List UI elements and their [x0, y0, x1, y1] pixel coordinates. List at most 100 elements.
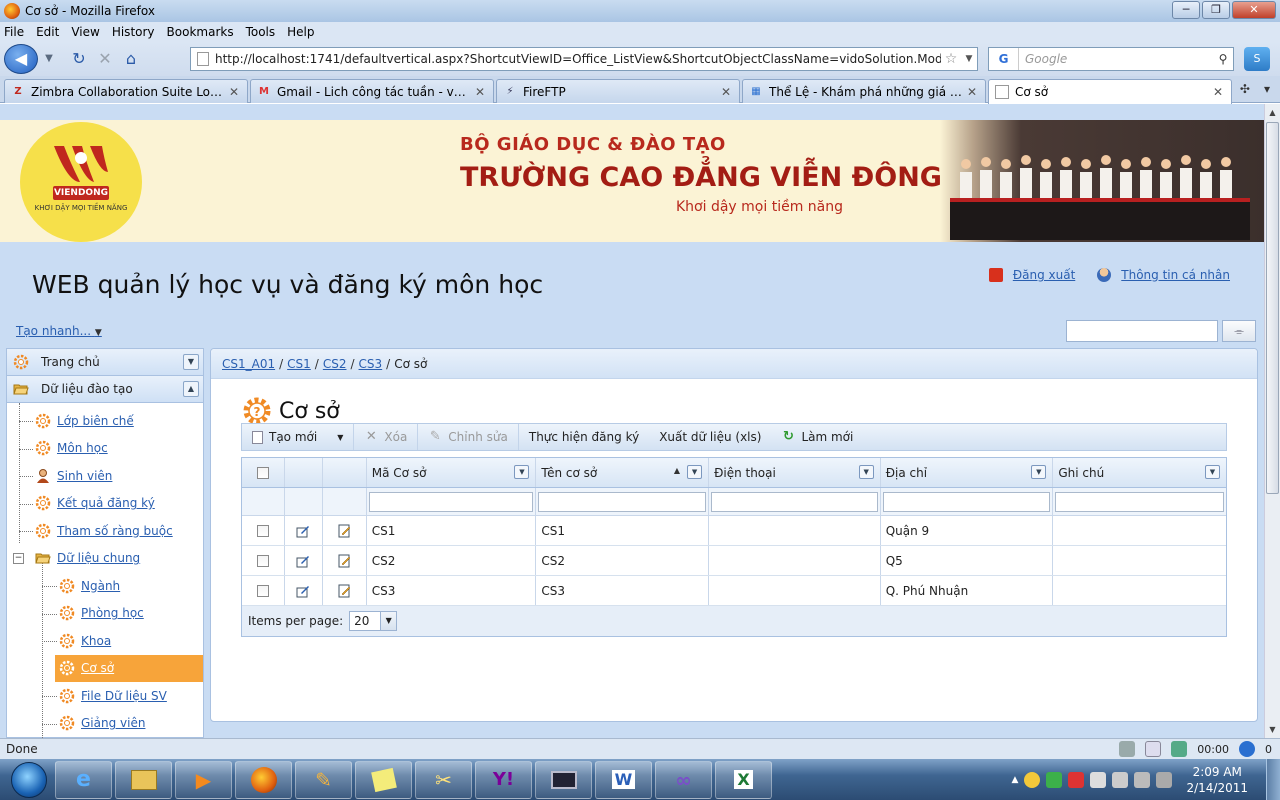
home-icon[interactable]: ⌂	[118, 46, 144, 72]
tab-the-le[interactable]: ▦ Thể Lệ - Khám phá những giá trị ti... …	[742, 79, 986, 103]
page-scrollbar[interactable]: ▲ ▼	[1264, 104, 1280, 738]
tab-co-so[interactable]: Cơ sở ✕	[988, 79, 1232, 104]
sidebar-group-home[interactable]: Trang chủ ▼	[7, 349, 203, 376]
stop-icon[interactable]: ✕	[92, 46, 118, 72]
breadcrumb-link[interactable]: CS3	[359, 357, 383, 371]
sidebar-item-label[interactable]: Giảng viên	[81, 716, 145, 730]
maximize-button[interactable]: ❐	[1202, 1, 1230, 19]
url-text[interactable]: http://localhost:1741/defaultvertical.as…	[215, 52, 941, 66]
taskbar-snipping[interactable]: ✂	[415, 760, 472, 799]
table-row[interactable]: CS3 CS3 Q. Phú Nhuận	[242, 576, 1226, 606]
filter-input-dien-thoai[interactable]	[711, 491, 878, 512]
taskbar-editor[interactable]: ✎	[295, 760, 352, 799]
sidebar-item-lop-bien-che[interactable]: Lớp biên chế	[7, 407, 203, 435]
breadcrumb-link[interactable]: CS1_A01	[222, 357, 275, 371]
scroll-up-icon[interactable]: ▲	[1266, 105, 1279, 120]
taskbar-media-player[interactable]: ▶	[175, 760, 232, 799]
quick-search-input[interactable]	[1066, 320, 1218, 342]
menu-edit[interactable]: Edit	[36, 25, 59, 39]
breadcrumb-link[interactable]: CS1	[287, 357, 311, 371]
collapse-tree-icon[interactable]: −	[13, 552, 24, 564]
taskbar-clock[interactable]: 2:09 AM 2/14/2011	[1186, 764, 1248, 796]
quick-search-button[interactable]: ⌯	[1222, 320, 1256, 342]
show-hidden-icons[interactable]: ▲	[1012, 775, 1019, 785]
sidebar-item-phong-hoc[interactable]: Phòng học	[7, 600, 203, 628]
new-button[interactable]: Tạo mới ▼	[242, 424, 355, 450]
column-filter-dropdown-icon[interactable]: ▼	[858, 465, 874, 479]
notification-icon[interactable]	[1239, 741, 1255, 757]
open-detail-icon[interactable]	[337, 524, 351, 538]
row-checkbox[interactable]	[256, 554, 269, 567]
sidebar-item-khoa[interactable]: Khoa	[7, 627, 203, 655]
menu-file[interactable]: File	[4, 25, 24, 39]
inline-edit-icon[interactable]	[296, 554, 310, 568]
taskbar-word[interactable]: W	[595, 760, 652, 799]
collapse-chevron-icon[interactable]: ▲	[183, 381, 199, 397]
taskbar-visual-studio[interactable]: ∞	[655, 760, 712, 799]
menu-view[interactable]: View	[71, 25, 99, 39]
tab-close-icon[interactable]: ✕	[473, 85, 487, 99]
bookmark-star-icon[interactable]: ☆	[941, 51, 961, 67]
tab-zimbra[interactable]: Z Zimbra Collaboration Suite Log In ✕	[4, 79, 248, 103]
sidebar-item-tham-so-rang-buoc[interactable]: Tham số ràng buộc	[7, 517, 203, 545]
sidebar-item-sinh-vien[interactable]: Sinh viên	[7, 462, 203, 490]
sidebar-item-label[interactable]: File Dữ liệu SV	[81, 689, 167, 703]
url-dropdown-icon[interactable]: ▼	[961, 54, 977, 64]
sidebar-item-label[interactable]: Khoa	[81, 634, 111, 648]
volume-tray-icon[interactable]	[1156, 771, 1173, 788]
close-button[interactable]: ✕	[1232, 1, 1276, 19]
column-header-dien-thoai[interactable]: Điện thoại ▼	[709, 458, 881, 487]
column-header-ten-co-so[interactable]: Tên cơ sở ▲ ▼	[536, 458, 710, 487]
expand-chevron-icon[interactable]: ▼	[183, 354, 199, 370]
column-filter-dropdown-icon[interactable]: ▼	[1204, 465, 1220, 479]
tab-close-icon[interactable]: ✕	[1211, 85, 1225, 99]
column-header-ghi-chu[interactable]: Ghi chú ▼	[1053, 458, 1226, 487]
filter-input-ten-co-so[interactable]	[538, 491, 707, 512]
column-filter-dropdown-icon[interactable]: ▼	[514, 465, 530, 479]
menu-help[interactable]: Help	[287, 25, 314, 39]
chevron-down-icon[interactable]: ▼	[337, 433, 343, 442]
addon-icon[interactable]: S	[1244, 47, 1270, 71]
open-detail-icon[interactable]	[337, 584, 351, 598]
sidebar-item-file-du-lieu-sv[interactable]: File Dữ liệu SV	[7, 682, 203, 710]
select-all-checkbox[interactable]	[256, 466, 269, 479]
url-bar[interactable]: http://localhost:1741/defaultvertical.as…	[190, 47, 978, 71]
list-tabs-icon[interactable]: ▾	[1264, 82, 1270, 96]
reload-icon[interactable]: ↻	[66, 46, 92, 72]
device-tray-icon[interactable]	[1112, 771, 1129, 788]
column-filter-dropdown-icon[interactable]: ▼	[687, 465, 703, 479]
register-button[interactable]: Thực hiện đăng ký	[519, 424, 649, 450]
taskbar-excel[interactable]: X	[715, 760, 772, 799]
tab-close-icon[interactable]: ✕	[227, 85, 241, 99]
sidebar-item-label[interactable]: Kết quả đăng ký	[57, 496, 155, 510]
back-button[interactable]: ◀	[4, 44, 38, 74]
firebug-icon[interactable]	[1171, 741, 1188, 757]
row-checkbox[interactable]	[256, 524, 269, 537]
sidebar-item-ket-qua-dang-ky[interactable]: Kết quả đăng ký	[7, 490, 203, 518]
addon-status-icon[interactable]	[1119, 741, 1136, 757]
sidebar-item-label[interactable]: Dữ liệu chung	[57, 551, 140, 565]
info-icon[interactable]	[1145, 741, 1162, 757]
tab-close-icon[interactable]: ✕	[719, 85, 733, 99]
refresh-button[interactable]: ↻ Làm mới	[771, 424, 863, 450]
search-input[interactable]: Google	[1019, 52, 1213, 66]
filter-input-ma-co-so[interactable]	[368, 491, 534, 512]
search-engine-icon[interactable]: G	[989, 48, 1019, 70]
taskbar-firefox[interactable]	[235, 760, 292, 799]
scroll-down-icon[interactable]: ▼	[1266, 722, 1279, 737]
antivirus-tray-icon[interactable]	[1068, 771, 1085, 788]
sidebar-item-label[interactable]: Cơ sở	[81, 661, 114, 675]
taskbar-notes[interactable]	[355, 760, 412, 799]
sidebar-item-label[interactable]: Môn học	[57, 441, 108, 455]
tab-fireftp[interactable]: ⚡ FireFTP ✕	[496, 79, 740, 103]
column-header-ma-co-so[interactable]: Mã Cơ sở ▼	[367, 458, 537, 487]
sidebar-item-label[interactable]: Tham số ràng buộc	[57, 524, 173, 538]
taskbar-ie[interactable]: e	[55, 760, 112, 799]
breadcrumb-link[interactable]: CS2	[323, 357, 347, 371]
page-size-select[interactable]: 20 ▼	[349, 611, 398, 631]
tab-gmail[interactable]: M Gmail - Lich công tác tuần - vohoa... …	[250, 79, 494, 103]
profile-link[interactable]: Thông tin cá nhân	[1097, 268, 1230, 282]
logout-link[interactable]: Đăng xuất	[988, 268, 1075, 282]
history-dropdown-icon[interactable]: ▼	[38, 48, 60, 70]
edit-button[interactable]: ✎ Chỉnh sửa	[418, 424, 519, 450]
